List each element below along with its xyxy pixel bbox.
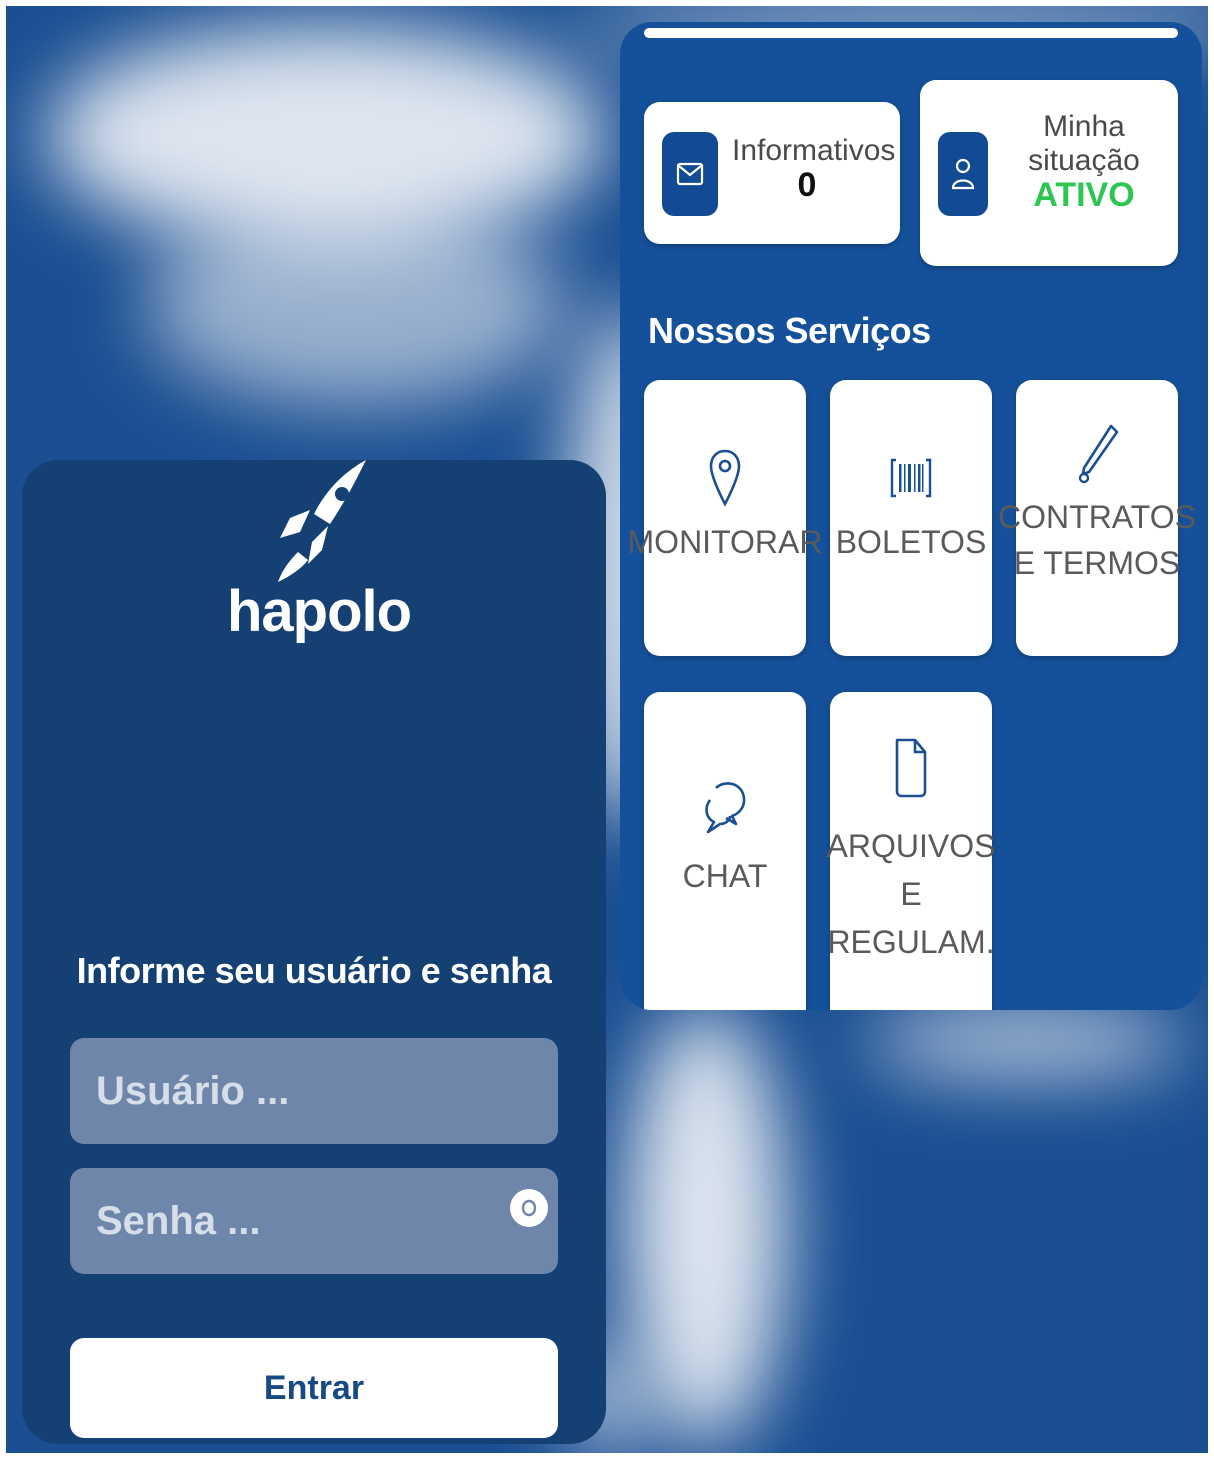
top-bar	[644, 28, 1178, 38]
login-panel: hapolo Informe seu usuário e senha Entra…	[22, 460, 606, 1444]
status-card[interactable]: Minha situação ATIVO	[920, 80, 1178, 266]
username-input[interactable]	[70, 1038, 558, 1144]
barcode-icon	[890, 448, 932, 508]
service-contratos[interactable]: CONTRATOS E TERMOS	[998, 380, 1196, 656]
dashboard-panel: Informativos 0 Minha situação ATIVO Noss…	[620, 22, 1202, 1010]
service-arquivos[interactable]: ARQUIVOS E REGULAM.	[827, 692, 995, 1010]
document-icon	[893, 732, 929, 802]
chat-bubbles-icon	[702, 778, 748, 838]
location-pin-icon	[708, 448, 742, 508]
eye-icon[interactable]	[510, 1189, 548, 1227]
services-title: Nossos Serviços	[648, 310, 931, 351]
brand-name: hapolo	[226, 579, 412, 644]
service-arquivos-label-3: REGULAM.	[827, 924, 995, 960]
service-contratos-label-2: E TERMOS	[1013, 545, 1181, 581]
service-monitorar-label: MONITORAR	[627, 524, 823, 560]
informativos-count: 0	[797, 166, 817, 204]
service-chat[interactable]: CHAT	[644, 692, 806, 1010]
user-icon	[938, 132, 988, 216]
rocket-icon	[278, 460, 366, 582]
service-boletos-label: BOLETOS	[835, 524, 987, 560]
informativos-label: Informativos	[732, 134, 896, 167]
mail-icon	[662, 132, 718, 216]
login-button[interactable]: Entrar	[70, 1338, 558, 1438]
service-chat-label: CHAT	[682, 858, 768, 894]
login-prompt: Informe seu usuário e senha	[76, 950, 552, 991]
service-boletos[interactable]: BOLETOS	[830, 380, 992, 656]
service-arquivos-label-1: ARQUIVOS	[826, 828, 996, 864]
status-label-line2: situação	[1028, 144, 1140, 177]
pen-icon	[1075, 424, 1119, 484]
service-arquivos-label-2: E	[900, 876, 922, 912]
service-contratos-label-1: CONTRATOS	[998, 499, 1196, 535]
service-monitorar[interactable]: MONITORAR	[628, 380, 822, 656]
informativos-card[interactable]: Informativos 0	[644, 102, 900, 244]
password-input[interactable]	[70, 1168, 558, 1274]
status-label-line1: Minha	[1043, 110, 1125, 143]
status-badge: ATIVO	[1033, 176, 1135, 214]
